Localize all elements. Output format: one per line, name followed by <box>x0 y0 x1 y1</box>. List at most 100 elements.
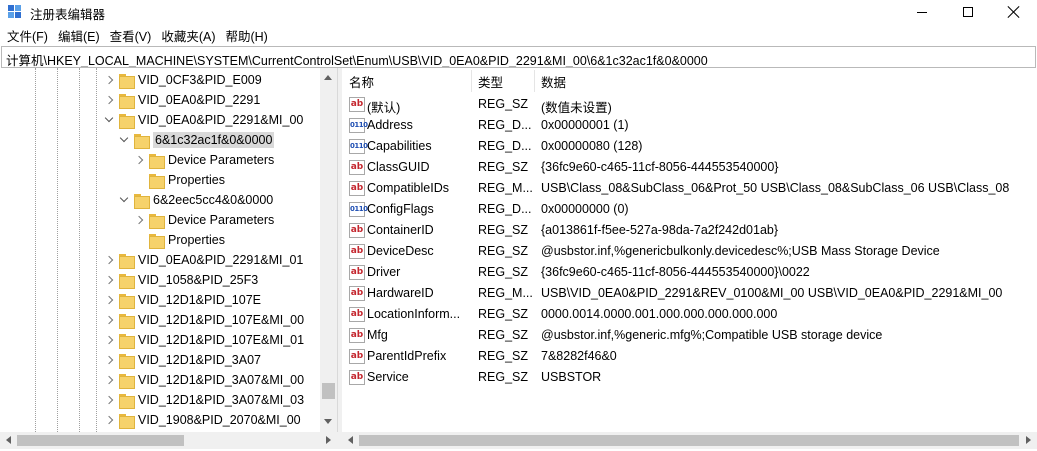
tree-item[interactable]: VID_0CF3&PID_E009 <box>104 70 262 90</box>
tree-item[interactable]: VID_12D1&PID_107E&MI_00 <box>104 310 304 330</box>
chevron-right-icon[interactable] <box>104 335 114 345</box>
folder-icon <box>148 212 165 229</box>
tree-item-label: 6&1c32ac1f&0&0000 <box>153 132 275 148</box>
value-type: REG_M... <box>478 286 533 300</box>
column-separator <box>471 70 472 92</box>
value-row[interactable]: ab DeviceDesc REG_SZ @usbstor.inf,%genericb… <box>342 241 1037 262</box>
value-name: Service <box>367 370 409 384</box>
tree-item[interactable]: VID_0EA0&PID_2291 <box>104 90 260 110</box>
chevron-down-icon[interactable] <box>104 115 114 125</box>
tree-item[interactable]: VID_1908&PID_2070&MI_00 <box>104 410 301 430</box>
folder-icon <box>118 92 135 109</box>
scroll-down-icon[interactable] <box>324 417 333 426</box>
tree-item[interactable]: Properties <box>134 230 225 250</box>
tree-item[interactable]: VID_0EA0&PID_2291&MI_01 <box>104 250 303 270</box>
chevron-right-icon[interactable] <box>104 255 114 265</box>
chevron-down-icon[interactable] <box>119 195 129 205</box>
tree-item-label: VID_1058&PID_25F3 <box>138 273 259 287</box>
value-name: ParentIdPrefix <box>367 349 447 363</box>
folder-icon <box>118 292 135 309</box>
value-row[interactable]: ab CompatibleIDs REG_M... USB\Class_08&SubC… <box>342 178 1037 199</box>
folder-icon <box>148 232 165 249</box>
value-row[interactable]: ab Driver REG_SZ {36fc9e60-c465-11cf-8056-4… <box>342 262 1037 283</box>
tree-item[interactable]: VID_12D1&PID_107E&MI_01 <box>104 330 304 350</box>
value-row[interactable]: ab Mfg REG_SZ @usbstor.inf,%generic.mfg%;Co… <box>342 325 1037 346</box>
tree-item[interactable]: Properties <box>134 170 225 190</box>
value-type: REG_M... <box>478 181 533 195</box>
tree-item[interactable]: VID_12D1&PID_3A07&MI_00 <box>104 370 304 390</box>
key-tree: VID_0CF3&PID_E009 VID_0EA0&PID_2291 VID_0E… <box>0 68 338 432</box>
column-header-type[interactable]: 类型 <box>478 70 503 92</box>
tree-item[interactable]: Device Parameters <box>134 150 274 170</box>
value-row[interactable]: 01​10 Address REG_D... 0x00000001 (1) <box>342 115 1037 136</box>
tree-item[interactable]: Device Parameters <box>134 210 274 230</box>
menu-help[interactable]: 帮助(H) <box>220 26 272 45</box>
chevron-right-icon[interactable] <box>104 275 114 285</box>
string-value-icon: ab <box>349 97 365 112</box>
scroll-thumb[interactable] <box>359 435 1019 446</box>
folder-icon <box>118 332 135 349</box>
folder-icon <box>118 352 135 369</box>
scroll-left-icon[interactable] <box>4 436 13 445</box>
chevron-right-icon[interactable] <box>104 395 114 405</box>
value-row[interactable]: 01​10 Capabilities REG_D... 0x00000080 (128… <box>342 136 1037 157</box>
chevron-right-icon[interactable] <box>104 375 114 385</box>
tree-item-label: VID_12D1&PID_107E <box>138 293 261 307</box>
tree-item[interactable]: VID_12D1&PID_3A07&MI_03 <box>104 390 304 410</box>
chevron-right-icon[interactable] <box>104 295 114 305</box>
tree-item-label: VID_12D1&PID_3A07&MI_03 <box>138 393 305 407</box>
menu-favorites[interactable]: 收藏夹(A) <box>156 26 220 45</box>
tree-item[interactable]: 6&2eec5cc4&0&0000 <box>119 190 273 210</box>
tree-vertical-scrollbar[interactable] <box>320 68 337 432</box>
tree-item-label: Device Parameters <box>168 153 275 167</box>
value-row[interactable]: ab ParentIdPrefix REG_SZ 7&8282f46&0 <box>342 346 1037 367</box>
chevron-right-icon[interactable] <box>104 95 114 105</box>
value-row[interactable]: ab ContainerID REG_SZ {a013861f-f5ee-527a-9… <box>342 220 1037 241</box>
scroll-thumb[interactable] <box>17 435 184 446</box>
chevron-right-icon[interactable] <box>134 215 144 225</box>
value-type: REG_SZ <box>478 244 529 258</box>
scroll-right-icon[interactable] <box>324 436 333 445</box>
scroll-left-icon[interactable] <box>346 436 355 445</box>
value-row[interactable]: ab HardwareID REG_M... USB\VID_0EA0&PID_229… <box>342 283 1037 304</box>
column-header-data[interactable]: 数据 <box>541 70 566 92</box>
tree-item-label: Properties <box>168 173 225 187</box>
value-row[interactable]: ab ClassGUID REG_SZ {36fc9e60-c465-11cf-805… <box>342 157 1037 178</box>
tree-item[interactable]: VID_1058&PID_25F3 <box>104 270 258 290</box>
value-row[interactable]: ab LocationInform... REG_SZ 0000.0014.0000.… <box>342 304 1037 325</box>
folder-icon <box>118 112 135 129</box>
scroll-up-icon[interactable] <box>324 73 333 82</box>
address-bar[interactable]: 计算机\HKEY_LOCAL_MACHINE\SYSTEM\CurrentCon… <box>1 46 1036 68</box>
scroll-thumb[interactable] <box>322 383 335 399</box>
list-horizontal-scrollbar[interactable] <box>342 432 1037 449</box>
folder-icon <box>148 152 165 169</box>
minimize-button[interactable] <box>899 0 945 24</box>
binary-value-icon: 01​10 <box>349 202 368 217</box>
chevron-right-icon[interactable] <box>104 415 114 425</box>
column-header-name[interactable]: 名称 <box>349 70 374 92</box>
close-button[interactable] <box>991 0 1037 24</box>
tree-item[interactable]: VID_12D1&PID_107E <box>104 290 261 310</box>
value-name: CompatibleIDs <box>367 181 449 195</box>
value-type: REG_D... <box>478 139 532 153</box>
maximize-button[interactable] <box>945 0 991 24</box>
tree-item[interactable]: 6&1c32ac1f&0&0000 <box>119 130 275 150</box>
chevron-right-icon[interactable] <box>104 75 114 85</box>
scroll-right-icon[interactable] <box>1024 436 1033 445</box>
tree-horizontal-scrollbar[interactable] <box>0 432 338 449</box>
tree-item[interactable]: VID_0EA0&PID_2291&MI_00 <box>104 110 303 130</box>
value-row[interactable]: 01​10 ConfigFlags REG_D... 0x00000000 (0) <box>342 199 1037 220</box>
chevron-right-icon[interactable] <box>104 315 114 325</box>
value-row[interactable]: ab Service REG_SZ USBSTOR <box>342 367 1037 388</box>
string-value-icon: ab <box>349 160 365 175</box>
tree-item[interactable]: VID_12D1&PID_3A07 <box>104 350 261 370</box>
chevron-down-icon[interactable] <box>119 135 129 145</box>
menu-file[interactable]: 文件(F) <box>2 26 53 45</box>
tree-item-label: VID_12D1&PID_3A07 <box>138 353 261 367</box>
chevron-right-icon[interactable] <box>104 355 114 365</box>
chevron-right-icon[interactable] <box>134 155 144 165</box>
menu-edit[interactable]: 编辑(E) <box>53 26 105 45</box>
value-data: @usbstor.inf,%genericbulkonly.devicedesc… <box>541 244 940 258</box>
menu-view[interactable]: 查看(V) <box>105 26 157 45</box>
value-row[interactable]: ab (默认) REG_SZ (数值未设置) <box>342 94 1037 115</box>
